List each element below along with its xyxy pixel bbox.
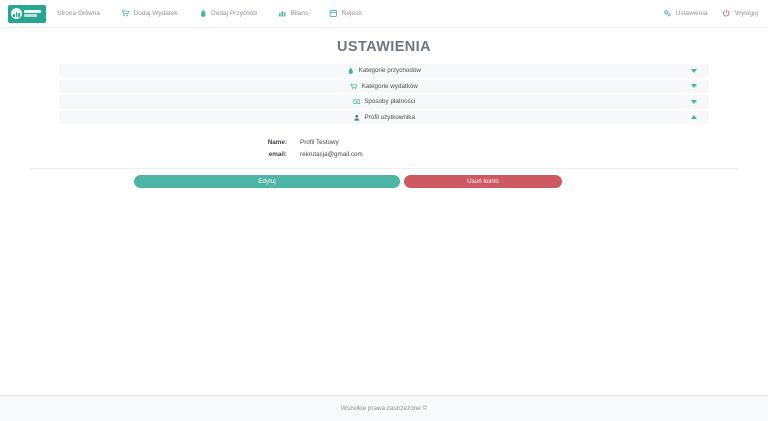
nav-item-label: Wyloguj [734, 10, 758, 17]
logo-text [24, 10, 41, 17]
nav-item-label: Ustawienia [675, 10, 708, 17]
main-content: USTAWIENIA Kategorie przychodów Kategori… [0, 0, 768, 188]
budget-app-logo[interactable] [8, 4, 46, 23]
nav-item-dodaj-przychod[interactable]: Dodaj Przychód [199, 9, 257, 18]
accordion-row-label: Kategorie przychodów [358, 67, 421, 75]
top-navbar: Strona Główna Dodaj Wydatek Dodaj Przych… [0, 0, 768, 28]
profile-field-email: email: rekrutacja@gmail.com [0, 151, 768, 159]
power-icon [722, 9, 731, 18]
nav-menu: Strona Główna Dodaj Wydatek Dodaj Przych… [57, 9, 362, 18]
calendar-icon [329, 9, 338, 18]
bar-chart-icon [278, 9, 287, 18]
cart-icon [350, 83, 358, 91]
name-value: Profil Testowy [300, 139, 339, 146]
nav-item-dodaj-wydatek[interactable]: Dodaj Wydatek [121, 9, 178, 18]
accordion-row-profil-uzytkownika[interactable]: Profil użytkownika [59, 110, 709, 124]
nav-item-label: Dodaj Przychód [211, 10, 257, 17]
chevron-down-icon[interactable] [691, 99, 697, 104]
cart-icon [121, 9, 130, 18]
gears-icon [663, 9, 672, 18]
page-title: USTAWIENIA [337, 39, 431, 55]
accordion-row-sposoby-platnosci[interactable]: Sposoby płatności [59, 95, 709, 109]
profile-divider [30, 167, 738, 169]
user-icon [353, 114, 361, 122]
nav-item-label: Dodaj Wydatek [133, 10, 178, 17]
banknote-icon [353, 98, 361, 106]
email-label: email: [268, 150, 287, 158]
nav-right-menu: Ustawienia Wyloguj [663, 9, 758, 18]
copyright-text: Wszelkie prawa zastrzeżone © [340, 405, 428, 412]
nav-item-bilans[interactable]: Bilans [278, 9, 308, 18]
chevron-down-icon[interactable] [691, 84, 697, 89]
nav-item-ustawienia[interactable]: Ustawienia [663, 9, 707, 18]
profile-panel: Name: Profil Testowy email: rekrutacja@g… [0, 139, 768, 188]
nav-item-label: Bilans [290, 10, 309, 17]
nav-item-label: Rejestr [341, 10, 363, 17]
delete-account-button[interactable]: Usuń konto [404, 174, 562, 188]
drop-icon [347, 67, 355, 75]
drop-icon [199, 9, 208, 18]
accordion-row-label: Sposoby płatności [364, 98, 416, 106]
edit-button[interactable]: Edytuj [134, 174, 400, 188]
nav-item-label: Strona Główna [57, 10, 100, 17]
footer: Wszelkie prawa zastrzeżone © [0, 395, 768, 421]
accordion-row-label: Kategorie wydatków [361, 82, 418, 90]
email-value: rekrutacja@gmail.com [300, 150, 363, 158]
accordion-row-kategorie-przychodow[interactable]: Kategorie przychodów [59, 64, 709, 78]
profile-field-name: Name: Profil Testowy [0, 139, 768, 147]
nav-item-strona-glowna[interactable]: Strona Główna [57, 10, 100, 17]
logo-chart-icon [11, 8, 22, 19]
chevron-up-icon[interactable] [691, 115, 697, 120]
profile-actions: Edytuj Usuń konto [0, 174, 768, 188]
chevron-down-icon[interactable] [691, 68, 697, 73]
nav-item-rejestr[interactable]: Rejestr [329, 9, 362, 18]
settings-accordion: Kategorie przychodów Kategorie wydatków … [59, 64, 709, 124]
nav-item-wyloguj[interactable]: Wyloguj [722, 9, 758, 18]
accordion-row-kategorie-wydatkow[interactable]: Kategorie wydatków [59, 79, 709, 93]
accordion-row-label: Profil użytkownika [364, 113, 415, 121]
name-label: Name: [267, 139, 287, 146]
